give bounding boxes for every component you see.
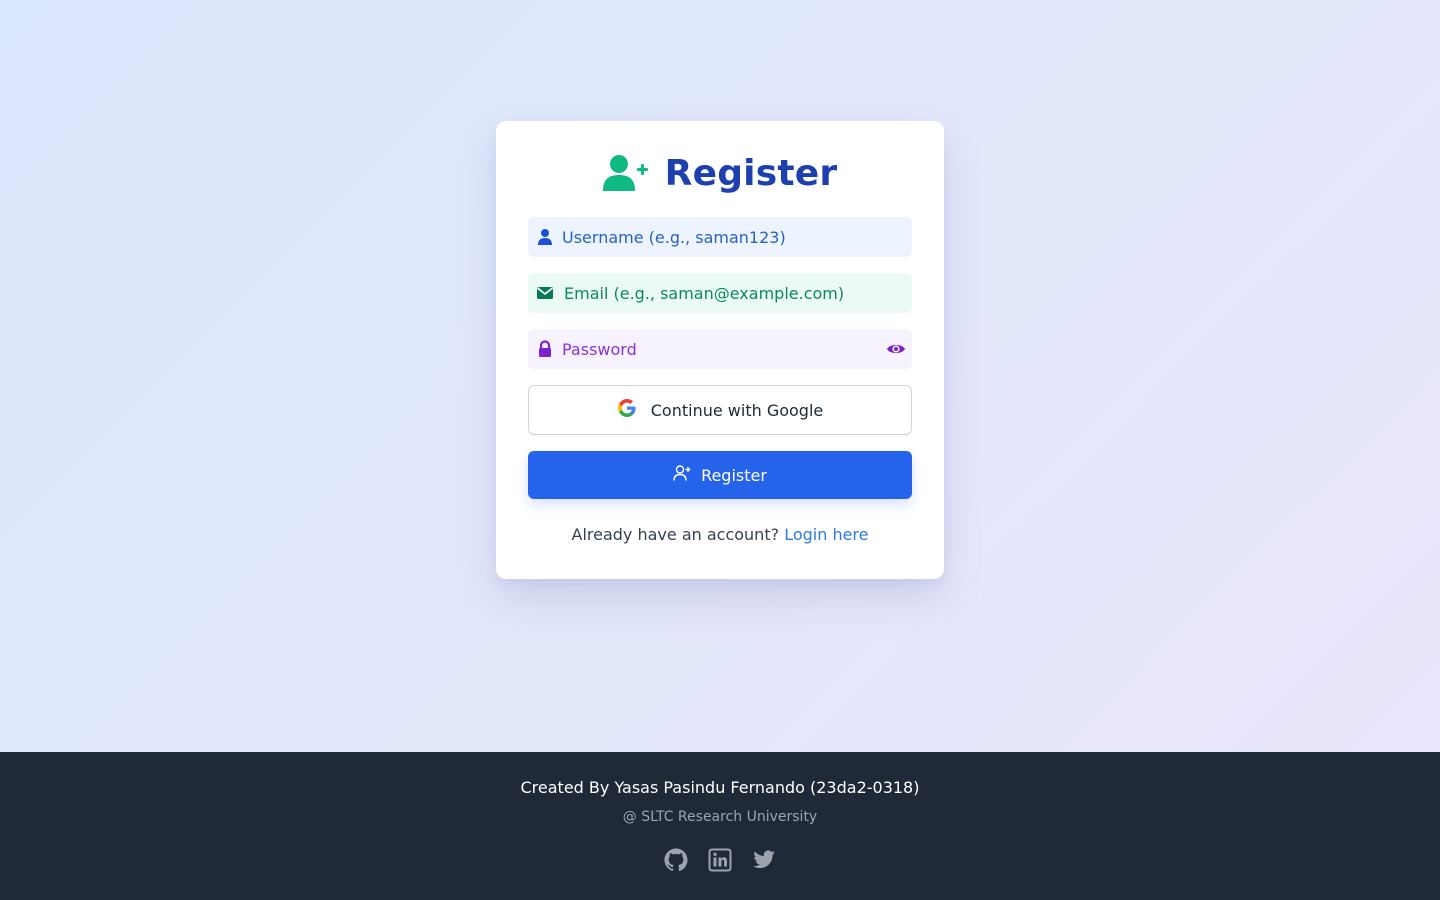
user-plus-icon <box>602 154 649 192</box>
login-link[interactable]: Login here <box>784 525 868 544</box>
main-area: Register Username (e.g., saman123) Email… <box>0 0 1440 752</box>
twitter-icon[interactable] <box>752 848 776 872</box>
google-signin-button[interactable]: Continue with Google <box>528 385 912 435</box>
username-field[interactable] <box>528 217 912 257</box>
register-button[interactable]: Register <box>528 451 912 499</box>
login-prompt-text: Already have an account? <box>571 525 780 544</box>
footer-credit: Created By Yasas Pasindu Fernando (23da2… <box>520 778 920 797</box>
page-title: Register <box>664 152 838 194</box>
password-input[interactable] <box>528 329 912 369</box>
register-card: Register Username (e.g., saman123) Email… <box>496 121 944 579</box>
eye-icon[interactable] <box>886 339 906 359</box>
email-input[interactable] <box>528 273 912 313</box>
footer-organization: @ SLTC Research University <box>622 809 818 825</box>
email-field[interactable] <box>528 273 912 313</box>
google-button-label: Continue with Google <box>650 400 824 420</box>
register-button-label: Register <box>701 465 767 485</box>
github-icon[interactable] <box>664 848 688 872</box>
username-input[interactable] <box>528 217 912 257</box>
footer: Created By Yasas Pasindu Fernando (23da2… <box>0 752 1440 900</box>
linkedin-icon[interactable] <box>708 848 732 872</box>
google-icon <box>617 398 637 422</box>
social-links <box>0 848 1440 872</box>
password-field[interactable] <box>528 329 912 369</box>
card-header: Register <box>496 151 944 195</box>
user-plus-icon <box>673 464 691 486</box>
login-prompt: Already have an account? Login here <box>496 525 944 544</box>
